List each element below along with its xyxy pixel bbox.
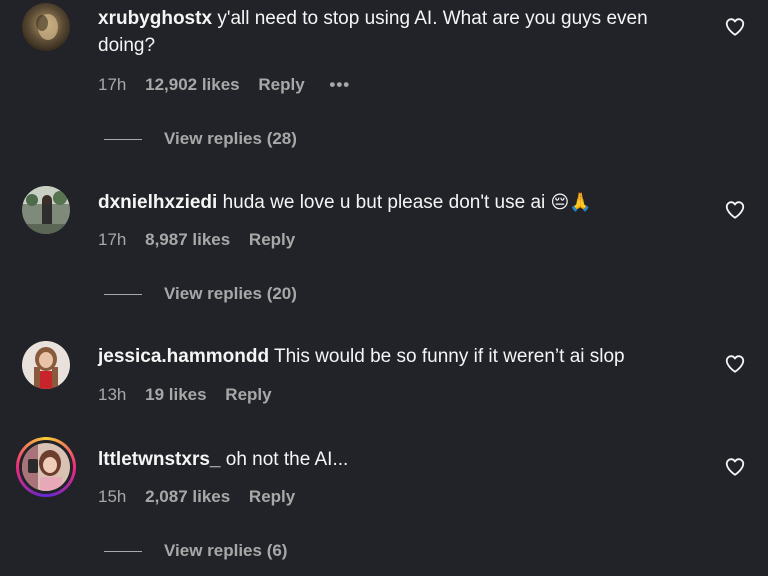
timestamp[interactable]: 17h — [98, 230, 126, 249]
comment-meta: 17h 8,987 likes Reply — [98, 230, 309, 250]
username[interactable]: lttletwnstxrs_ — [98, 449, 220, 470]
timestamp[interactable]: 17h — [98, 75, 126, 94]
comment-meta: 17h 12,902 likes Reply ••• — [98, 75, 364, 95]
username[interactable]: xrubyghostx — [98, 8, 212, 29]
view-replies-button[interactable]: View replies (20) — [104, 284, 297, 304]
likes-count[interactable]: 19 likes — [145, 385, 206, 404]
reply-button[interactable]: Reply — [225, 385, 271, 404]
view-replies-label[interactable]: View replies (6) — [164, 541, 287, 560]
comment-body: oh not the AI... — [225, 449, 349, 470]
heart-outline-icon[interactable] — [724, 456, 746, 478]
reply-button[interactable]: Reply — [249, 487, 295, 506]
comment-body: This would be so funny if it weren’t ai … — [274, 346, 625, 367]
replies-divider — [104, 139, 142, 141]
likes-count[interactable]: 12,902 likes — [145, 75, 240, 94]
comment-text: lttletwnstxrs_ oh not the AI... — [98, 446, 688, 473]
comment-body: huda we love u but please don't use ai — [222, 192, 546, 213]
view-replies-label[interactable]: View replies (28) — [164, 129, 297, 148]
reply-button[interactable]: Reply — [258, 75, 304, 94]
username[interactable]: dxnielhxziedi — [98, 192, 217, 213]
comment-emoji: 😔🙏 — [550, 192, 592, 213]
comment-meta: 13h 19 likes Reply — [98, 385, 286, 405]
heart-outline-icon[interactable] — [724, 353, 746, 375]
avatar[interactable] — [22, 3, 70, 51]
comment-text: xrubyghostx y'all need to stop using AI.… — [98, 5, 688, 59]
avatar-story-ring[interactable] — [16, 437, 76, 497]
heart-outline-icon[interactable] — [724, 16, 746, 38]
heart-outline-icon[interactable] — [724, 199, 746, 221]
avatar[interactable] — [22, 341, 70, 389]
more-options-icon[interactable]: ••• — [329, 75, 350, 94]
comment-text: dxnielhxziedi huda we love u but please … — [98, 189, 688, 216]
replies-divider — [104, 551, 142, 553]
likes-count[interactable]: 2,087 likes — [145, 487, 230, 506]
timestamp[interactable]: 13h — [98, 385, 126, 404]
timestamp[interactable]: 15h — [98, 487, 126, 506]
view-replies-button[interactable]: View replies (28) — [104, 129, 297, 149]
comment-text: jessica.hammondd This would be so funny … — [98, 343, 688, 370]
username[interactable]: jessica.hammondd — [98, 346, 269, 367]
replies-divider — [104, 294, 142, 296]
comment-meta: 15h 2,087 likes Reply — [98, 487, 309, 507]
view-replies-button[interactable]: View replies (6) — [104, 541, 287, 561]
view-replies-label[interactable]: View replies (20) — [164, 284, 297, 303]
avatar[interactable] — [22, 186, 70, 234]
reply-button[interactable]: Reply — [249, 230, 295, 249]
avatar — [22, 443, 70, 491]
likes-count[interactable]: 8,987 likes — [145, 230, 230, 249]
